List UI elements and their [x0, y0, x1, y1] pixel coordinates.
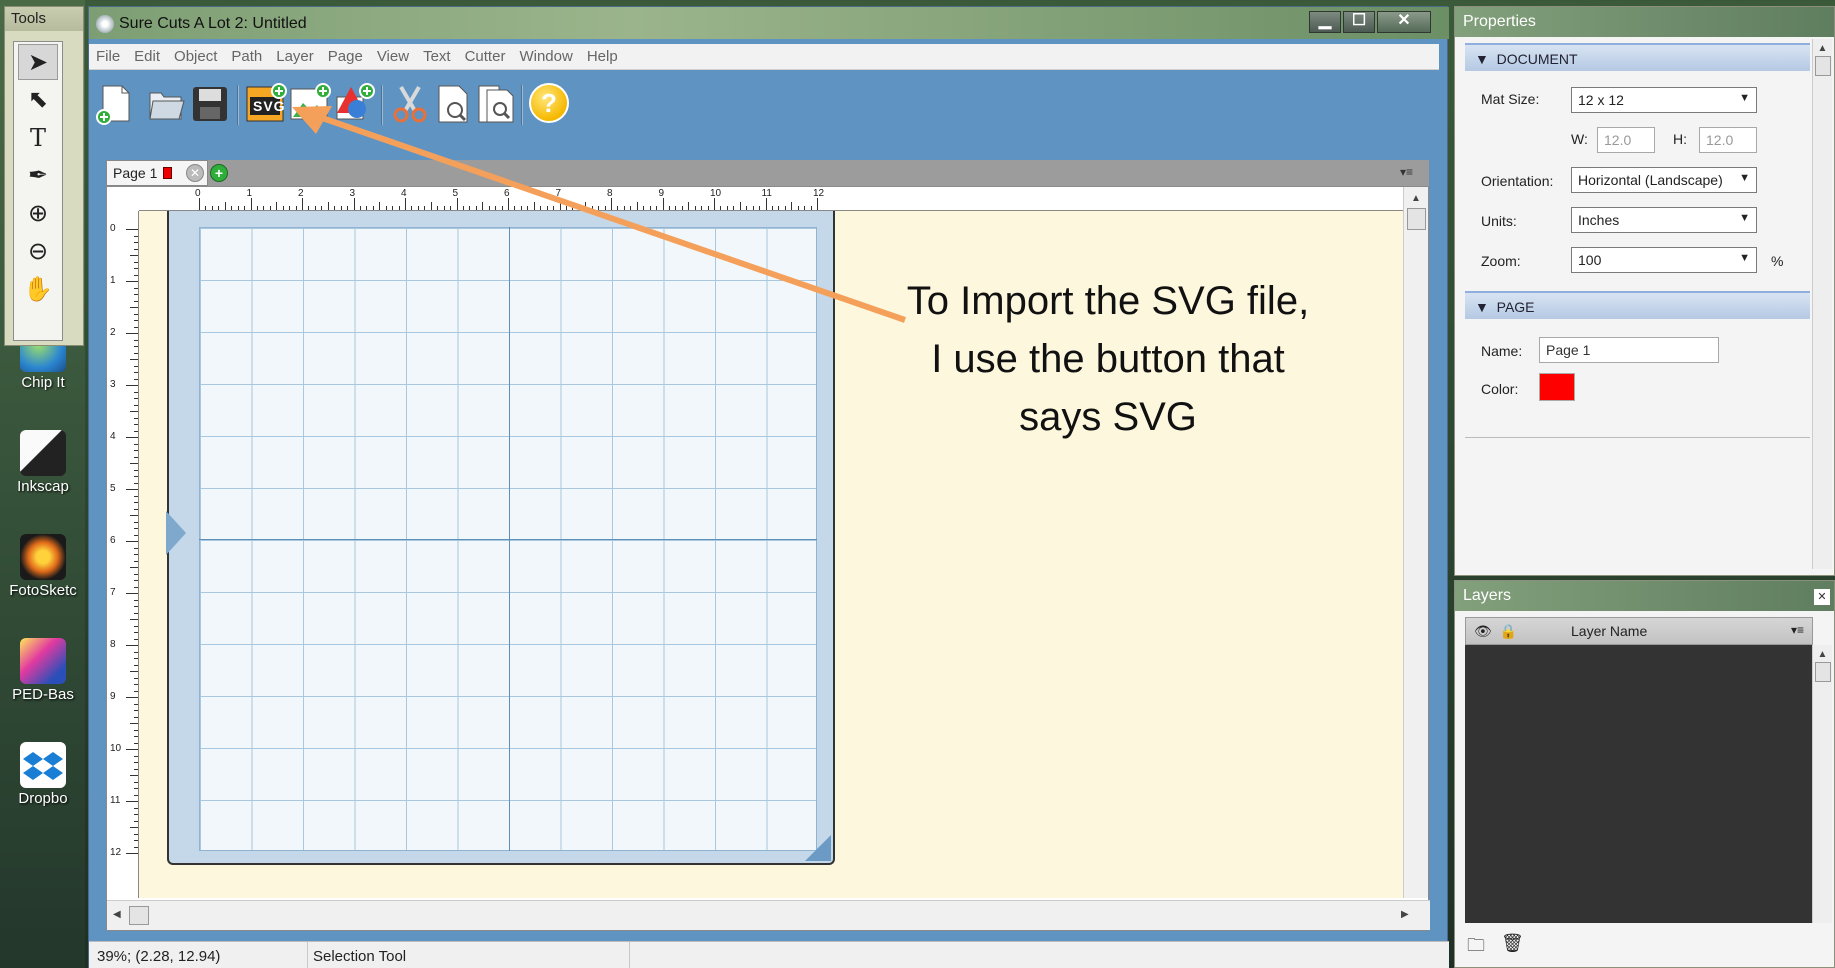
- height-input[interactable]: 12.0: [1699, 127, 1757, 153]
- properties-divider: [1465, 437, 1810, 438]
- layers-panel: Layers ✕ 👁 🔒 Layer Name ▾≡ ▲ 🗀 🗑: [1454, 580, 1835, 968]
- orientation-label: Orientation:: [1481, 173, 1554, 189]
- delete-layer-icon[interactable]: 🗑: [1501, 933, 1524, 954]
- width-input[interactable]: 12.0: [1597, 127, 1655, 153]
- visibility-eye-icon: 👁: [1474, 623, 1492, 639]
- zoom-unit: %: [1771, 253, 1784, 269]
- lock-icon: 🔒: [1499, 623, 1518, 639]
- height-value: 12.0: [1706, 132, 1734, 148]
- properties-panel: Properties ▼ DOCUMENT Mat Size: 12 x 12 …: [1454, 6, 1835, 576]
- orientation-value: Horizontal (Landscape): [1578, 172, 1723, 188]
- layers-column-header: 👁 🔒 Layer Name ▾≡: [1465, 617, 1813, 645]
- orientation-select[interactable]: Horizontal (Landscape): [1571, 167, 1757, 193]
- mat-size-select[interactable]: 12 x 12: [1571, 87, 1757, 113]
- units-label: Units:: [1481, 213, 1517, 229]
- zoom-label: Zoom:: [1481, 253, 1521, 269]
- units-select[interactable]: Inches: [1571, 207, 1757, 233]
- document-header-label: DOCUMENT: [1496, 51, 1578, 67]
- document-section-header[interactable]: ▼ DOCUMENT: [1465, 43, 1810, 71]
- page-section-header[interactable]: ▼ PAGE: [1465, 291, 1810, 319]
- layers-close-icon[interactable]: ✕: [1814, 589, 1830, 605]
- annotation-text: To Import the SVG file, I use the button…: [828, 272, 1388, 446]
- layers-scrollbar[interactable]: ▲: [1812, 645, 1832, 923]
- page-name-input[interactable]: Page 1: [1539, 337, 1719, 363]
- zoom-select[interactable]: 100: [1571, 247, 1757, 273]
- layer-name-column: Layer Name: [1571, 623, 1648, 639]
- layers-menu-icon[interactable]: ▾≡: [1791, 623, 1804, 637]
- mat-size-value: 12 x 12: [1578, 92, 1624, 108]
- layers-list[interactable]: [1465, 645, 1813, 923]
- page-color-swatch-button[interactable]: [1539, 373, 1575, 401]
- zoom-value: 100: [1578, 252, 1602, 268]
- layers-title: Layers: [1455, 581, 1834, 611]
- annotation-line-2: I use the button that: [931, 337, 1285, 381]
- properties-title: Properties: [1455, 7, 1834, 37]
- page-name-label: Name:: [1481, 343, 1523, 359]
- page-color-label: Color:: [1481, 381, 1519, 397]
- width-value: 12.0: [1604, 132, 1632, 148]
- units-value: Inches: [1578, 212, 1620, 228]
- layers-title-text: Layers: [1463, 587, 1512, 604]
- properties-scrollbar[interactable]: ▲: [1812, 39, 1832, 569]
- mat-size-label: Mat Size:: [1481, 91, 1540, 107]
- page-header-label: PAGE: [1496, 299, 1535, 315]
- annotation-line-3: says SVG: [1019, 395, 1197, 439]
- annotation-line-1: To Import the SVG file,: [906, 279, 1310, 323]
- page-name-value: Page 1: [1546, 342, 1591, 358]
- add-layer-icon[interactable]: 🗀: [1467, 933, 1485, 963]
- width-label: W:: [1571, 131, 1588, 147]
- height-label: H:: [1673, 131, 1687, 147]
